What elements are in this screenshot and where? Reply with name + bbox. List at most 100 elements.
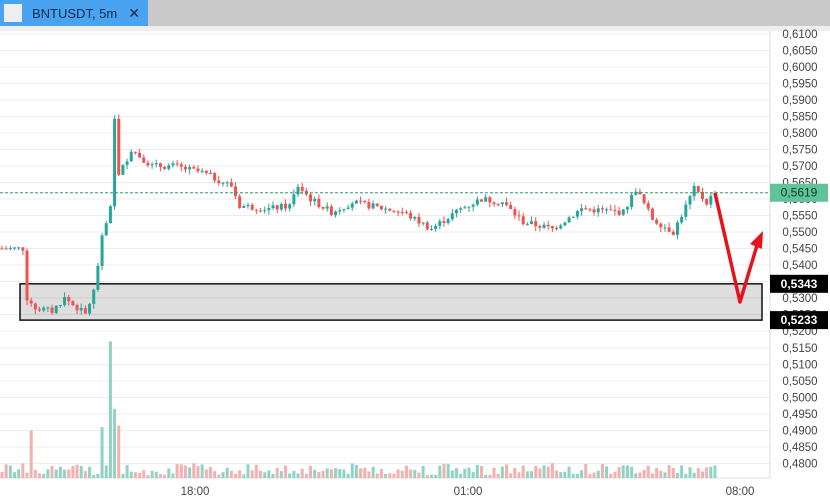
candle-body (125, 161, 129, 165)
volume-bar (246, 464, 250, 478)
candle-body (500, 202, 504, 205)
candle-body (659, 223, 663, 228)
volume-bar (321, 470, 325, 478)
zone-price-label: 0,5233 (781, 313, 818, 327)
volume-bar (684, 473, 688, 478)
price-tick-label: 0,5950 (782, 79, 817, 91)
volume-bar (29, 430, 33, 478)
volume-bar (409, 469, 413, 478)
volume-bar (325, 468, 329, 478)
time-tick-label: 01:00 (454, 486, 483, 498)
volume-bar (350, 463, 354, 478)
candle-body (621, 209, 625, 215)
volume-bar (571, 473, 575, 478)
volume-bar (121, 474, 125, 478)
price-tick-label: 0,5850 (782, 112, 817, 124)
candle-body (442, 221, 446, 223)
volume-bar (459, 473, 463, 478)
volume-tick-label: 0,5050 (782, 376, 817, 388)
candle-body (38, 309, 42, 311)
candle-body (83, 308, 87, 314)
volume-bar (454, 468, 458, 478)
price-tick-label: 0,5750 (782, 145, 817, 157)
candle-body (688, 196, 692, 205)
candle-body (692, 186, 696, 197)
candle-body (509, 204, 513, 210)
candle-body (271, 205, 275, 209)
candle-body (425, 222, 429, 230)
candle-body (171, 163, 175, 166)
price-tick-label: 0,6050 (782, 46, 817, 58)
volume-bar (613, 471, 617, 478)
candle-body (100, 235, 104, 266)
candle-body (550, 226, 554, 229)
volume-bar (188, 467, 192, 478)
candle-body (317, 198, 321, 208)
volume-bar (509, 473, 513, 478)
volume-bar (609, 473, 613, 478)
candle-body (175, 163, 179, 165)
candle-body (50, 307, 54, 313)
candle-body (480, 199, 484, 202)
candle-body (463, 207, 467, 209)
candle-body (208, 173, 212, 175)
candle-body (559, 225, 563, 229)
volume-bar (400, 470, 404, 478)
volume-tick-label: 0,4900 (782, 426, 817, 438)
candle-body (21, 247, 25, 251)
volume-bar (17, 469, 21, 478)
volume-bar (467, 467, 471, 478)
volume-bar (471, 472, 475, 478)
candle-body (46, 307, 50, 309)
volume-bar (75, 464, 79, 478)
volume-bar (100, 427, 104, 478)
candle-body (96, 265, 100, 290)
volume-bar (338, 469, 342, 478)
candle-body (354, 200, 358, 204)
volume-bar (421, 465, 425, 478)
volume-bar (450, 470, 454, 478)
candle-body (321, 207, 325, 209)
volume-bar (4, 464, 8, 478)
volume-bar (475, 464, 479, 478)
candle-body (13, 247, 17, 249)
volume-bar (129, 471, 133, 478)
volume-bar (404, 465, 408, 478)
candle-body (530, 221, 534, 225)
candle-body (454, 209, 458, 214)
volume-bar (71, 466, 75, 478)
volume-tick-label: 0,5000 (782, 393, 817, 405)
volume-bar (221, 472, 225, 478)
candle-body (359, 200, 363, 202)
volume-bar (588, 474, 592, 478)
volume-bar (417, 472, 421, 478)
candle-body (129, 151, 133, 162)
volume-bar (559, 472, 563, 478)
volume-tick-label: 0,4850 (782, 442, 817, 454)
volume-bar (592, 472, 596, 478)
candle-body (221, 182, 225, 184)
volume-bar (530, 471, 534, 478)
volume-bar (183, 465, 187, 478)
price-tick-label: 0,5900 (782, 95, 817, 107)
volume-bar (605, 466, 609, 478)
candle-body (646, 203, 650, 209)
volume-bar (113, 409, 117, 478)
volume-bar (692, 472, 696, 478)
volume-bar (154, 471, 158, 478)
candle-body (329, 206, 333, 216)
volume-bar (158, 474, 162, 478)
price-chart[interactable]: 0,6100 0,6050 0,6000 0,5950 0,5900 0,5850 0,58… (0, 0, 830, 500)
candle-body (680, 216, 684, 223)
volume-bar (567, 466, 571, 478)
volume-bar (655, 467, 659, 478)
candle-body (325, 206, 329, 209)
volume-bar (192, 463, 196, 478)
candle-body (404, 212, 408, 214)
candle-body (284, 203, 288, 209)
volume-bar (317, 472, 321, 478)
volume-bar (388, 473, 392, 478)
candle-body (75, 305, 79, 311)
candle-body (600, 208, 604, 210)
candle-body (346, 207, 350, 209)
